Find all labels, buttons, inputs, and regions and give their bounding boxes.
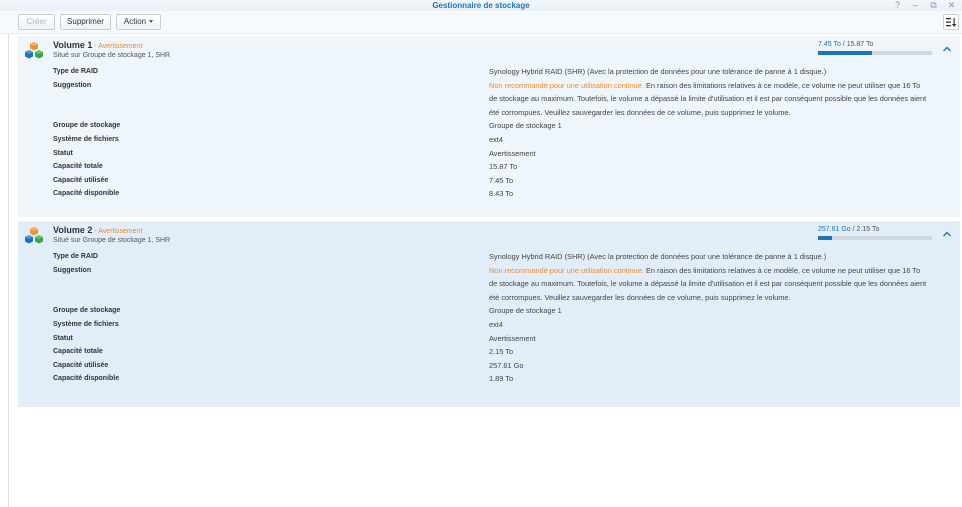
usage-summary: 257.61 Go / 2.15 To bbox=[818, 225, 933, 240]
status-label: Statut bbox=[53, 149, 73, 157]
volume-panel-1[interactable]: Volume 1 - Avertissement Situé sur Group… bbox=[18, 36, 960, 217]
storage-pool-value: Groupe de stockage 1 bbox=[489, 306, 562, 316]
detail-row-suggestion: Suggestion Non recommandé pour une utili… bbox=[53, 79, 953, 120]
raid-type-value: Synology Hybrid RAID (SHR) (Avec la prot… bbox=[489, 67, 827, 76]
usage-text: 257.61 Go / 2.15 To bbox=[818, 225, 933, 234]
usage-bar bbox=[818, 51, 932, 55]
total-capacity-value: 15.87 To bbox=[489, 162, 518, 172]
suggestion-warning: Non recommandé pour une utilisation cont… bbox=[489, 265, 644, 275]
used-capacity-label: Capacité utilisée bbox=[53, 361, 109, 369]
volume-name: Volume 1 bbox=[53, 40, 93, 50]
sort-icon bbox=[946, 18, 957, 27]
detail-row-total: Capacité totale 2.15 To bbox=[53, 345, 953, 359]
detail-row-storage-pool: Groupe de stockage Groupe de stockage 1 bbox=[53, 119, 953, 133]
free-capacity-label: Capacité disponible bbox=[53, 190, 120, 198]
detail-row-total: Capacité totale 15.87 To bbox=[53, 160, 953, 174]
volume-name: Volume 2 bbox=[53, 225, 93, 235]
window-title: Gestionnaire de stockage bbox=[432, 1, 530, 10]
raid-type-label: Type de RAID bbox=[53, 253, 98, 260]
action-label: Action bbox=[123, 17, 147, 26]
filesystem-value: ext4 bbox=[489, 134, 503, 144]
usage-bar-fill bbox=[818, 51, 872, 55]
status-badge: Avertissement bbox=[98, 43, 143, 50]
suggestion-value: Non recommandé pour une utilisation cont… bbox=[489, 264, 929, 305]
create-button[interactable]: Créer bbox=[18, 14, 55, 30]
used-capacity-value: 7.45 To bbox=[489, 175, 514, 185]
usage-summary: 7.45 To / 15.87 To bbox=[818, 40, 933, 55]
detail-row-raid: Type de RAID Synology Hybrid RAID (SHR) … bbox=[53, 65, 953, 79]
detail-row-filesystem: Système de fichiers ext4 bbox=[53, 133, 953, 147]
free-capacity-label: Capacité disponible bbox=[53, 375, 120, 383]
usage-total: 2.15 To bbox=[856, 226, 880, 233]
raid-type-label: Type de RAID bbox=[53, 68, 98, 75]
status-value: Avertissement bbox=[489, 333, 536, 343]
status-value: Avertissement bbox=[489, 148, 536, 158]
used-capacity-label: Capacité utilisée bbox=[53, 176, 109, 184]
storage-pool-label: Groupe de stockage bbox=[53, 122, 121, 130]
volume-details: Type de RAID Synology Hybrid RAID (SHR) … bbox=[53, 65, 953, 201]
sort-button[interactable] bbox=[943, 14, 959, 30]
minimize-icon[interactable]: – bbox=[911, 1, 920, 10]
suggestion-label: Suggestion bbox=[53, 266, 92, 274]
filesystem-value: ext4 bbox=[489, 319, 503, 329]
status-badge: Avertissement bbox=[98, 228, 143, 235]
suggestion-warning: Non recommandé pour une utilisation cont… bbox=[489, 80, 644, 90]
filesystem-label: Système de fichiers bbox=[53, 135, 119, 143]
detail-row-used: Capacité utilisée 7.45 To bbox=[53, 174, 953, 188]
delete-button[interactable]: Supprimer bbox=[60, 14, 111, 30]
detail-row-status: Statut Avertissement bbox=[53, 147, 953, 161]
restore-icon[interactable]: ⧉ bbox=[929, 1, 938, 10]
suggestion-label: Suggestion bbox=[53, 81, 92, 89]
action-button[interactable]: Action bbox=[116, 14, 161, 30]
window-controls: ? – ⧉ ✕ bbox=[893, 0, 956, 11]
total-capacity-value: 2.15 To bbox=[489, 347, 514, 357]
free-capacity-value: 1.89 To bbox=[489, 374, 514, 384]
usage-total: 15.87 To bbox=[846, 41, 874, 48]
total-capacity-label: Capacité totale bbox=[53, 163, 103, 171]
storage-pool-value: Groupe de stockage 1 bbox=[489, 121, 562, 131]
title-bar: Gestionnaire de stockage ? – ⧉ ✕ bbox=[0, 0, 962, 11]
chevron-up-icon[interactable] bbox=[942, 229, 952, 239]
volume-details: Type de RAID Synology Hybrid RAID (SHR) … bbox=[53, 250, 953, 386]
suggestion-value: Non recommandé pour une utilisation cont… bbox=[489, 79, 929, 120]
chevron-up-icon[interactable] bbox=[942, 44, 952, 54]
status-label: Statut bbox=[53, 334, 73, 342]
storage-cubes-icon bbox=[25, 42, 43, 59]
detail-row-filesystem: Système de fichiers ext4 bbox=[53, 318, 953, 332]
usage-bar bbox=[818, 236, 932, 240]
detail-row-storage-pool: Groupe de stockage Groupe de stockage 1 bbox=[53, 304, 953, 318]
volume-location: Situé sur Groupe de stockage 1, SHR bbox=[53, 237, 171, 244]
storage-cubes-icon bbox=[25, 227, 43, 244]
filesystem-label: Système de fichiers bbox=[53, 320, 119, 328]
detail-row-free: Capacité disponible 8.43 To bbox=[53, 187, 953, 201]
volume-location: Situé sur Groupe de stockage 1, SHR bbox=[53, 52, 171, 59]
raid-type-value: Synology Hybrid RAID (SHR) (Avec la prot… bbox=[489, 252, 827, 261]
free-capacity-value: 8.43 To bbox=[489, 189, 514, 199]
left-divider bbox=[8, 34, 9, 507]
storage-pool-label: Groupe de stockage bbox=[53, 307, 121, 315]
detail-row-suggestion: Suggestion Non recommandé pour une utili… bbox=[53, 264, 953, 305]
detail-row-free: Capacité disponible 1.89 To bbox=[53, 372, 953, 386]
usage-text: 7.45 To / 15.87 To bbox=[818, 40, 933, 49]
help-icon[interactable]: ? bbox=[893, 1, 902, 10]
detail-row-used: Capacité utilisée 257.61 Go bbox=[53, 359, 953, 373]
detail-row-raid: Type de RAID Synology Hybrid RAID (SHR) … bbox=[53, 250, 953, 264]
volume-panel-2[interactable]: Volume 2 - Avertissement Situé sur Group… bbox=[18, 221, 960, 407]
close-icon[interactable]: ✕ bbox=[947, 1, 956, 10]
usage-used: 7.45 To bbox=[818, 41, 841, 48]
toolbar: Créer Supprimer Action bbox=[0, 11, 962, 34]
caret-down-icon bbox=[149, 20, 154, 24]
total-capacity-label: Capacité totale bbox=[53, 348, 103, 356]
usage-bar-fill bbox=[818, 236, 832, 240]
used-capacity-value: 257.61 Go bbox=[489, 360, 524, 370]
usage-used: 257.61 Go bbox=[818, 226, 851, 233]
detail-row-status: Statut Avertissement bbox=[53, 332, 953, 346]
